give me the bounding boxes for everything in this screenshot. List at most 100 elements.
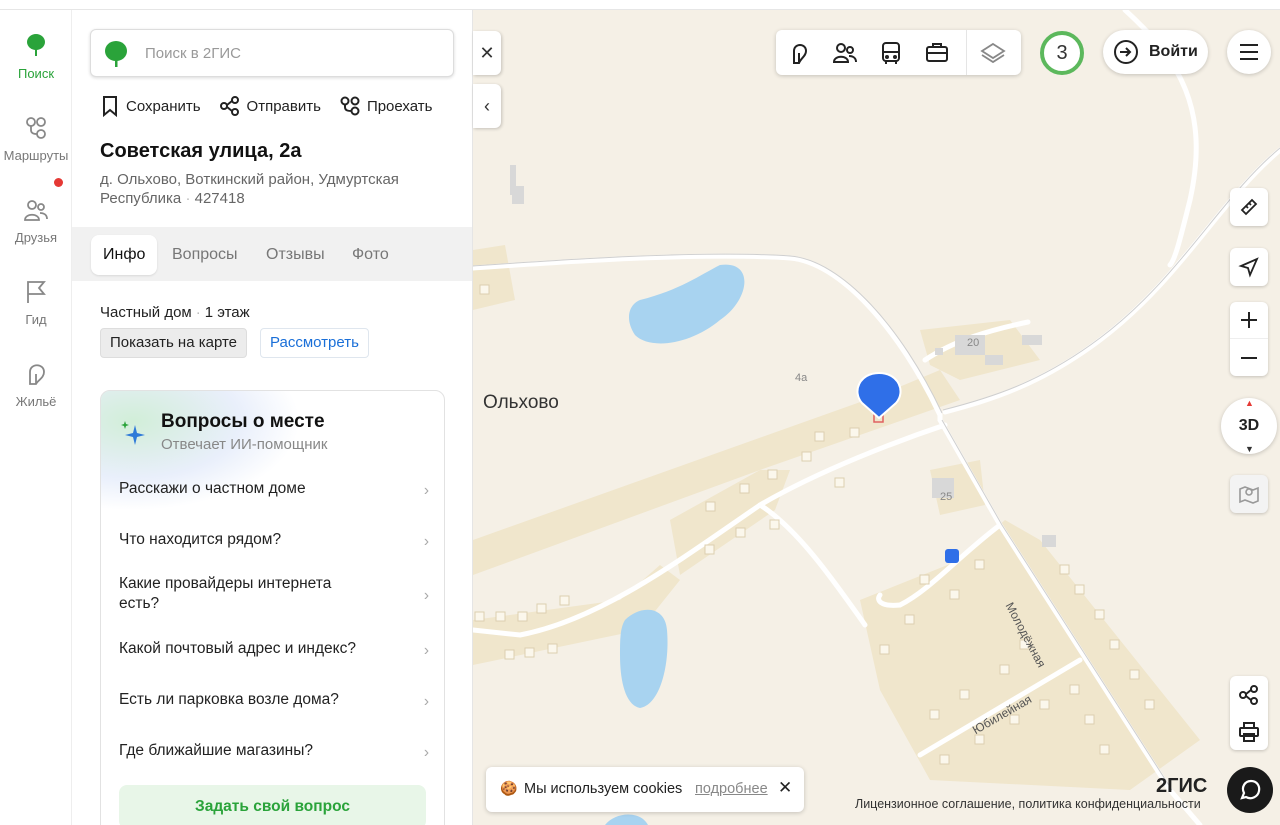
layers-icon bbox=[979, 42, 1006, 63]
search-tree-icon bbox=[27, 34, 45, 56]
questions-title: Вопросы о месте bbox=[161, 411, 325, 432]
cafe-button[interactable] bbox=[776, 30, 822, 75]
rail-guide[interactable]: Гид bbox=[0, 278, 72, 327]
friends-icon bbox=[24, 200, 48, 221]
map-canvas[interactable]: Ольхово 4а 20 25 Молодёжная Юбилейная bbox=[473, 10, 1280, 825]
routes-icon bbox=[26, 117, 46, 139]
question-item[interactable]: Какой почтовый адрес и индекс? › bbox=[119, 639, 429, 659]
navigation-arrow-icon bbox=[1238, 257, 1259, 278]
ruler-icon bbox=[1240, 198, 1258, 216]
license-link[interactable]: Лицензионное соглашение, политика конфид… bbox=[855, 797, 1201, 811]
rail-search[interactable]: Поиск bbox=[0, 32, 72, 81]
top-bar bbox=[0, 0, 1280, 10]
ruler-button[interactable] bbox=[1230, 188, 1268, 226]
tab-reviews[interactable]: Отзывы bbox=[254, 235, 337, 275]
notification-dot bbox=[54, 178, 63, 187]
chevron-left-icon: ‹ bbox=[484, 95, 490, 116]
search-box bbox=[90, 29, 454, 77]
chevron-right-icon: › bbox=[423, 744, 429, 761]
rail-label: Друзья bbox=[14, 230, 58, 245]
route-button[interactable]: Проехать bbox=[339, 95, 432, 117]
tab-info[interactable]: Инфо bbox=[91, 235, 158, 275]
transport-button[interactable] bbox=[868, 30, 914, 75]
building-type: Частный дом bbox=[100, 304, 192, 321]
chevron-right-icon: › bbox=[423, 693, 429, 710]
question-item[interactable]: Расскажи о частном доме › bbox=[119, 479, 429, 499]
pond-north bbox=[628, 264, 745, 344]
print-button[interactable] bbox=[1230, 713, 1268, 750]
save-label: Сохранить bbox=[126, 97, 201, 115]
rail-routes[interactable]: Маршруты bbox=[0, 114, 72, 163]
question-text: Есть ли парковка возле дома? bbox=[119, 691, 339, 708]
save-button[interactable]: Сохранить bbox=[100, 95, 201, 117]
pond-bottom bbox=[605, 814, 648, 825]
action-row: Сохранить Отправить Проехать bbox=[100, 95, 432, 117]
tilt-up-icon: ▲ bbox=[1245, 398, 1254, 408]
close-icon: ✕ bbox=[479, 42, 495, 63]
sparkle-icon bbox=[121, 421, 145, 445]
map-pin-mode-button[interactable] bbox=[1230, 475, 1268, 513]
cookie-more-link[interactable]: подробнее bbox=[695, 781, 768, 797]
zoom-control bbox=[1230, 302, 1268, 376]
counter-badge[interactable]: 3 bbox=[1040, 31, 1084, 75]
menu-button[interactable] bbox=[1227, 30, 1271, 74]
village-label: Ольхово bbox=[483, 392, 559, 413]
tab-questions[interactable]: Вопросы bbox=[160, 235, 250, 275]
question-item[interactable]: Какие провайдеры интернета есть? › bbox=[119, 574, 429, 614]
rail-label: Гид bbox=[25, 312, 47, 327]
cafe-icon bbox=[793, 43, 808, 64]
map-drawing bbox=[473, 10, 1280, 825]
rail-label: Маршруты bbox=[3, 148, 69, 163]
share-icon bbox=[1239, 684, 1258, 705]
tabs-bar: Инфо Вопросы Отзывы Фото bbox=[72, 227, 472, 281]
housing-icon bbox=[29, 364, 45, 385]
chat-bubble-icon bbox=[1240, 779, 1261, 800]
cookie-close-button[interactable]: ✕ bbox=[778, 778, 792, 798]
business-button[interactable] bbox=[914, 30, 960, 75]
collapse-panel-button[interactable]: ‹ bbox=[473, 84, 501, 128]
question-item[interactable]: Где ближайшие магазины? › bbox=[119, 741, 429, 761]
login-button[interactable]: Войти bbox=[1103, 30, 1208, 74]
question-item[interactable]: Что находится рядом? › bbox=[119, 530, 429, 550]
briefcase-icon bbox=[926, 42, 948, 62]
people-button[interactable] bbox=[822, 30, 868, 75]
questions-card: Вопросы о месте Отвечает ИИ-помощник Рас… bbox=[100, 390, 445, 825]
my-location-button[interactable] bbox=[1230, 248, 1268, 286]
tilt-down-icon: ▼ bbox=[1245, 444, 1254, 454]
cookie-text: Мы используем cookies bbox=[524, 781, 683, 797]
place-panel: Сохранить Отправить Проехать Советская у… bbox=[72, 10, 473, 825]
share-print-control bbox=[1230, 676, 1268, 750]
chevron-right-icon: › bbox=[423, 482, 429, 499]
logo-tree-icon bbox=[105, 41, 127, 67]
show-on-map-button[interactable]: Показать на карте bbox=[100, 328, 248, 358]
question-text: Что находится рядом? bbox=[119, 531, 282, 548]
view-button[interactable]: Рассмотреть bbox=[260, 328, 369, 358]
three-d-label: 3D bbox=[1238, 417, 1260, 434]
cookie-banner: 🍪 Мы используем cookies подробнее ✕ bbox=[486, 767, 804, 812]
tab-photos[interactable]: Фото bbox=[340, 235, 401, 275]
search-input[interactable] bbox=[145, 42, 425, 64]
brand-logo: 2ГИС bbox=[1156, 775, 1208, 797]
question-text: Где ближайшие магазины? bbox=[119, 742, 313, 759]
three-d-button[interactable]: ▲ 3D ▼ bbox=[1221, 398, 1277, 454]
zoom-in-button[interactable] bbox=[1230, 302, 1268, 339]
zoom-out-button[interactable] bbox=[1230, 339, 1268, 376]
bus-icon bbox=[882, 41, 900, 64]
login-icon bbox=[1114, 40, 1138, 64]
login-label: Войти bbox=[1149, 43, 1198, 60]
rail-housing[interactable]: Жильё bbox=[0, 360, 72, 409]
cookie-icon: 🍪 bbox=[500, 780, 518, 796]
map-toolbar bbox=[776, 30, 1021, 75]
ask-question-button[interactable]: Задать свой вопрос bbox=[119, 785, 426, 825]
hamburger-icon bbox=[1240, 44, 1258, 60]
chat-button[interactable] bbox=[1227, 767, 1273, 813]
rail-label: Поиск bbox=[17, 66, 55, 81]
layers-button[interactable] bbox=[966, 30, 1018, 75]
close-panel-button[interactable]: ✕ bbox=[473, 31, 501, 75]
pond-south bbox=[620, 609, 668, 708]
question-item[interactable]: Есть ли парковка возле дома? › bbox=[119, 690, 429, 710]
rail-friends[interactable]: Друзья bbox=[0, 196, 72, 245]
share-icon bbox=[219, 96, 239, 116]
share-button[interactable]: Отправить bbox=[219, 95, 321, 117]
map-share-button[interactable] bbox=[1230, 676, 1268, 713]
